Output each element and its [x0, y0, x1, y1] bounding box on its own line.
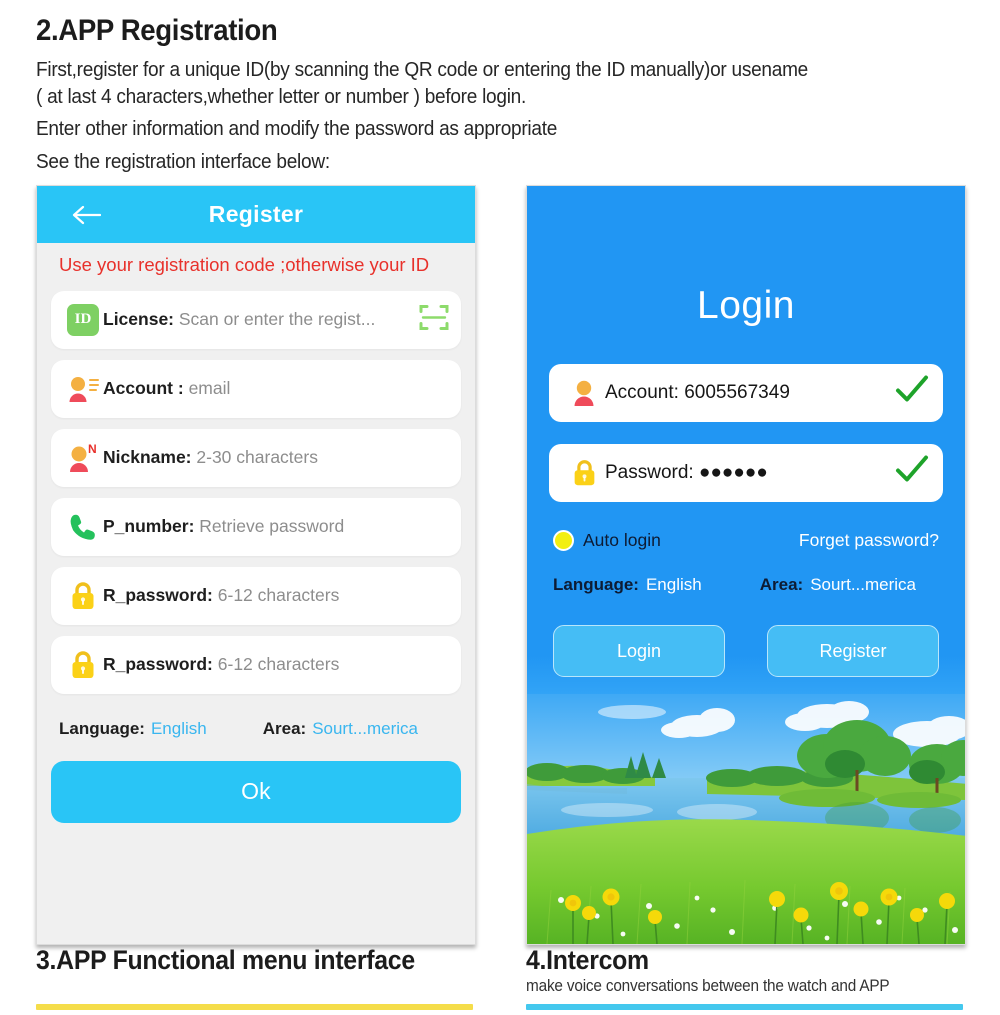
field-phone-number-value: Retrieve password — [199, 516, 345, 537]
nickname-icon: N — [63, 442, 103, 474]
login-language-label: Language: — [553, 575, 639, 594]
checkmark-icon — [895, 375, 929, 411]
field-phone-number-label: P_number: — [103, 516, 195, 537]
login-password-value: ●●●●●● — [698, 462, 768, 483]
login-area-value[interactable]: Sourt...merica — [810, 575, 916, 595]
field-password-1[interactable]: R_password: 6-12 characters — [51, 566, 461, 625]
field-license-label: License: — [103, 309, 174, 330]
intro-paragraph-3: See the registration interface below: — [36, 149, 330, 173]
login-title: Login — [697, 284, 795, 327]
field-password-1-label: R_password: — [103, 585, 213, 606]
login-password-label: Password: — [605, 462, 694, 483]
divider-cyan — [526, 1004, 963, 1010]
login-button[interactable]: Login — [553, 625, 725, 677]
intro-paragraph-1: First,register for a unique ID(by scanni… — [36, 57, 809, 108]
scenery-wallpaper — [527, 694, 965, 944]
screenshots-row: Register Use your registration code ;oth… — [0, 185, 1000, 945]
lock-icon — [63, 580, 103, 612]
register-button[interactable]: Register — [767, 625, 939, 677]
forget-password-link[interactable]: Forget password? — [799, 530, 939, 551]
login-buttons-row: Login Register — [527, 595, 965, 677]
field-password-1-value: 6-12 characters — [217, 585, 340, 606]
login-language-value[interactable]: English — [646, 575, 702, 595]
field-password-2[interactable]: R_password: 6-12 characters — [51, 635, 461, 694]
register-meta-row: Language: English Area: Sourt...merica — [37, 705, 475, 739]
account-card-icon — [63, 374, 103, 404]
register-fields-list: ID License: Scan or enter the regist... — [37, 277, 475, 694]
intro-paragraph-2: Enter other information and modify the p… — [36, 117, 558, 141]
section-4-subtitle: make voice conversations between the wat… — [526, 977, 890, 996]
register-area-value[interactable]: Sourt...merica — [312, 719, 418, 739]
section-3-block: 3.APP Functional menu interface — [36, 945, 486, 976]
login-fields: Account: 6005567349 Password: ●●●●●● — [527, 328, 965, 502]
id-badge-icon: ID — [63, 303, 103, 336]
field-account-label: Account : — [103, 378, 184, 399]
field-phone-number[interactable]: P_number: Retrieve password — [51, 497, 461, 556]
login-phone-screenshot: Login Account: 6005567349 Password: ●●●●… — [526, 185, 966, 945]
auto-login-toggle[interactable]: Auto login — [553, 530, 661, 551]
login-meta-row: Language: English Area: Sourt...merica — [527, 551, 965, 595]
login-screen: Login Account: 6005567349 Password: ●●●●… — [527, 186, 965, 944]
login-area-label: Area: — [759, 575, 804, 594]
ok-button[interactable]: Ok — [51, 760, 461, 823]
svg-text:N: N — [88, 442, 97, 456]
qr-scan-icon[interactable] — [417, 300, 451, 339]
register-area-label: Area: — [262, 718, 307, 738]
checkmark-icon — [895, 455, 929, 491]
register-title: Register — [208, 201, 304, 227]
field-nickname[interactable]: N Nickname: 2-30 characters — [51, 428, 461, 487]
field-nickname-value: 2-30 characters — [196, 447, 318, 468]
field-password-2-value: 6-12 characters — [217, 654, 340, 675]
lock-icon — [563, 458, 605, 488]
section-heading-3: 3.APP Functional menu interface — [36, 945, 415, 975]
page-root: 2.APP Registration First,register for a … — [0, 0, 1000, 1015]
back-arrow-icon[interactable] — [71, 204, 102, 226]
field-password-2-label: R_password: — [103, 654, 213, 675]
register-titlebar: Register — [37, 186, 475, 243]
divider-yellow — [36, 1004, 473, 1010]
section-4-block: 4.Intercom make voice conversations betw… — [526, 945, 976, 996]
document-intro: 2.APP Registration First,register for a … — [36, 12, 966, 175]
login-account-label: Account: — [605, 382, 679, 403]
field-account[interactable]: Account : email — [51, 359, 461, 418]
section-heading-4: 4.Intercom — [526, 945, 649, 975]
field-license[interactable]: ID License: Scan or enter the regist... — [51, 290, 461, 349]
id-badge-text: ID — [67, 303, 99, 336]
radio-selected-icon — [553, 530, 574, 551]
login-password-field[interactable]: Password: ●●●●●● — [549, 444, 943, 502]
lock-icon — [63, 649, 103, 681]
login-options-row: Auto login Forget password? — [527, 524, 965, 551]
field-account-value: email — [188, 378, 231, 399]
user-avatar-icon — [563, 378, 605, 408]
section-heading-2: 2.APP Registration — [36, 14, 278, 47]
field-license-value: Scan or enter the regist... — [178, 309, 376, 330]
field-nickname-label: Nickname: — [103, 447, 192, 468]
login-account-value: 6005567349 — [684, 382, 790, 403]
register-language-value[interactable]: English — [151, 719, 207, 739]
auto-login-label: Auto login — [583, 530, 661, 550]
phone-icon — [63, 511, 103, 543]
login-account-field[interactable]: Account: 6005567349 — [549, 364, 943, 422]
register-language-label: Language: — [59, 718, 145, 738]
registration-warning-text: Use your registration code ;otherwise yo… — [59, 254, 430, 275]
register-phone-screenshot: Register Use your registration code ;oth… — [36, 185, 476, 945]
